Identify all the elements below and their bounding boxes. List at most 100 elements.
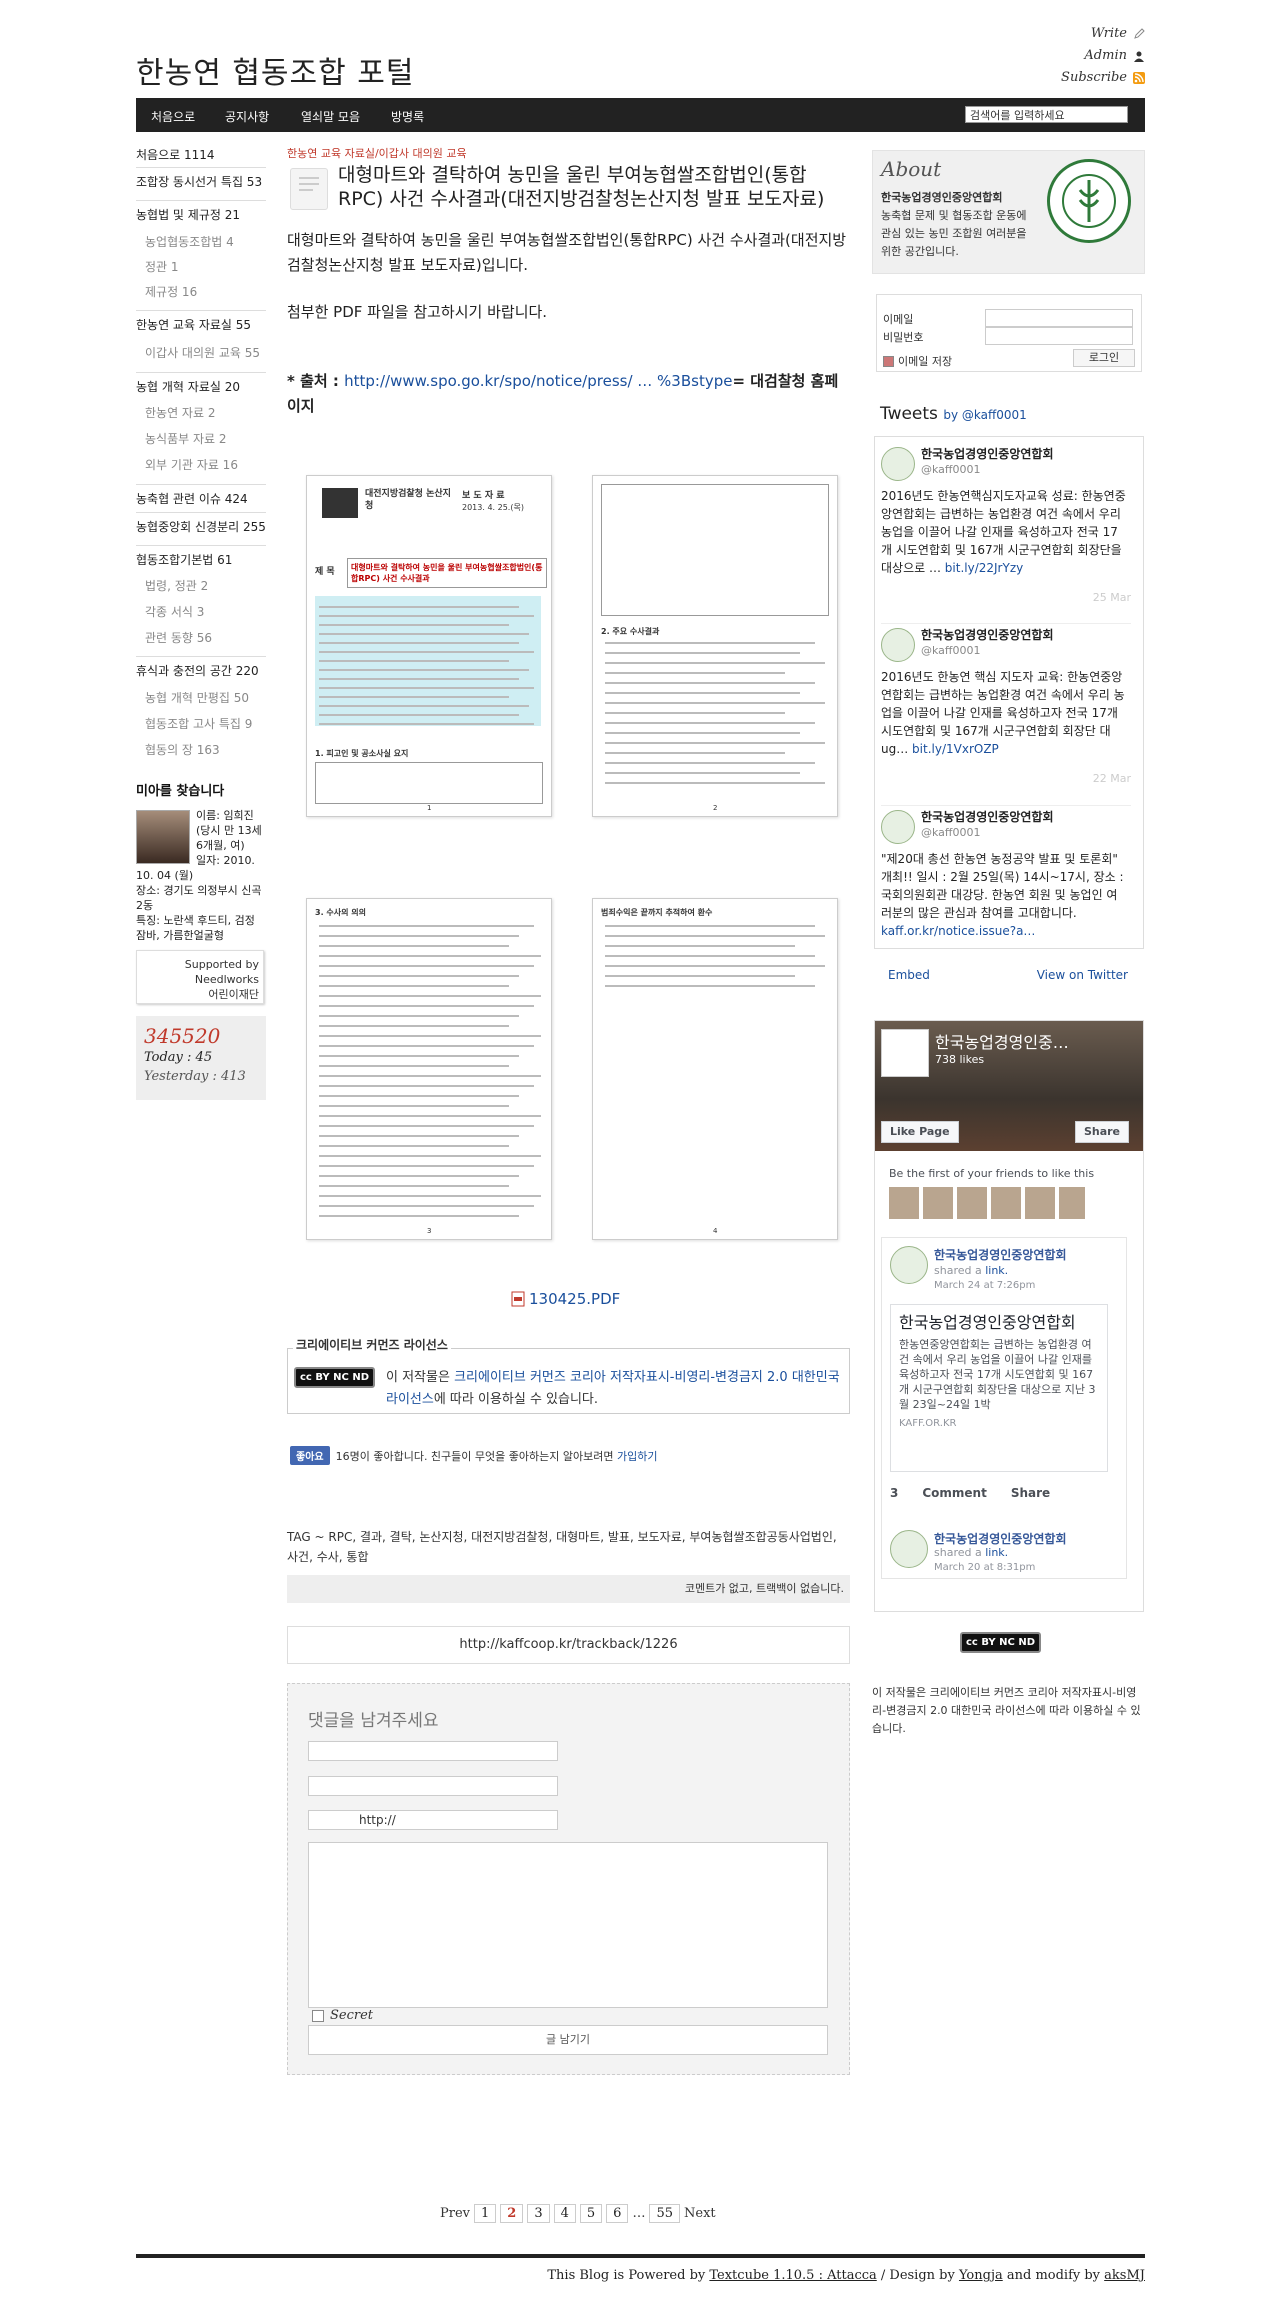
facebook-page-widget[interactable]: 한국농업경영인중… 738 likes Like Page Share Be t… bbox=[874, 1020, 1144, 1612]
facebook-reaction-count[interactable]: 3 bbox=[890, 1486, 898, 1500]
post-title[interactable]: 대형마트와 결탁하여 농민을 울린 부여농협쌀조합법인(통합RPC) 사건 수사… bbox=[338, 163, 848, 211]
facebook-card-title[interactable]: 한국농업경영인중앙연합회 bbox=[899, 1313, 1099, 1333]
secret-option[interactable]: Secret bbox=[312, 2008, 373, 2023]
write-link[interactable]: Write bbox=[1091, 26, 1145, 41]
comment-textarea[interactable] bbox=[308, 1842, 828, 2008]
sidebar-category[interactable]: 농협법 및 제규정 21 bbox=[136, 206, 240, 223]
tweet-link[interactable]: bit.ly/1VxrOZP bbox=[912, 742, 999, 756]
submit-comment-button[interactable]: 글 남기기 bbox=[308, 2025, 828, 2055]
sidebar-cc-badge[interactable]: cc BY NC ND bbox=[960, 1632, 1041, 1653]
site-title[interactable]: 한농연 협동조합 포털 bbox=[136, 48, 414, 92]
sidebar-subcategory[interactable]: 이갑사 대의원 교육 55 bbox=[145, 344, 260, 361]
sidebar-subcategory[interactable]: 농식품부 자료 2 bbox=[145, 430, 227, 447]
tweet-avatar[interactable] bbox=[881, 810, 915, 844]
tweet-link[interactable]: bit.ly/22JrYzy bbox=[945, 561, 1023, 575]
tweet-1[interactable]: 한국농업경영인중앙연합회 @kaff0001 2016년도 한농연핵심지도자교육… bbox=[881, 443, 1131, 613]
facebook-like-button[interactable]: 좋아요 bbox=[290, 1446, 330, 1465]
facebook-post-author[interactable]: 한국농업경영인중앙연합회 bbox=[934, 1246, 1066, 1263]
sidebar-category[interactable]: 처음으로 1114 bbox=[136, 146, 215, 163]
login-button[interactable]: 로그인 bbox=[1073, 349, 1135, 367]
homepage-field[interactable]: http:// bbox=[308, 1810, 558, 1830]
sidebar-category[interactable]: 휴식과 충전의 공간 220 bbox=[136, 662, 259, 679]
password-field[interactable] bbox=[308, 1776, 558, 1796]
facebook-comment-button[interactable]: Comment bbox=[922, 1486, 986, 1500]
prev-page-link[interactable]: Prev bbox=[440, 2206, 470, 2221]
subscribe-link[interactable]: Subscribe bbox=[1061, 70, 1145, 85]
pdf-attachment[interactable]: 130425.PDF bbox=[511, 1290, 620, 1308]
facebook-post-date[interactable]: March 24 at 7:26pm bbox=[934, 1280, 1035, 1291]
textcube-link[interactable]: Textcube 1.10.5 : Attacca bbox=[709, 2268, 876, 2283]
login-password-input[interactable] bbox=[985, 327, 1133, 345]
facebook-share-button[interactable]: Share bbox=[1074, 1121, 1129, 1143]
tweet-3[interactable]: 한국농업경영인중앙연합회 @kaff0001 "제20대 총선 한농연 농정공약… bbox=[881, 805, 1131, 948]
facebook-like-page-button[interactable]: Like Page bbox=[881, 1121, 959, 1143]
post-category-path[interactable]: 한농연 교육 자료실/이갑사 대의원 교육 bbox=[287, 145, 467, 161]
tweet-date[interactable]: 22 Mar bbox=[1093, 770, 1131, 788]
login-save-checkbox[interactable] bbox=[883, 355, 894, 367]
sidebar-subcategory[interactable]: 제규정 16 bbox=[145, 283, 197, 300]
designer-link[interactable]: Yongja bbox=[959, 2268, 1003, 2283]
tweet-handle[interactable]: @kaff0001 bbox=[921, 642, 981, 660]
facebook-page-name[interactable]: 한국농업경영인중… bbox=[935, 1029, 1140, 1053]
sidebar-category[interactable]: 협동조합기본법 61 bbox=[136, 551, 232, 568]
facebook-post2-date[interactable]: March 20 at 8:31pm bbox=[934, 1562, 1035, 1573]
comment-trackback-status[interactable]: 코멘트가 없고, 트랙백이 없습니다. bbox=[287, 1575, 850, 1603]
cc-license-badge[interactable]: cc BY NC ND bbox=[294, 1367, 375, 1388]
page-link-1[interactable]: 1 bbox=[474, 2204, 497, 2223]
modifier-link[interactable]: aksMJ bbox=[1104, 2268, 1145, 2283]
secret-checkbox[interactable] bbox=[312, 2009, 324, 2022]
next-page-link[interactable]: Next bbox=[684, 2206, 716, 2221]
login-save-option[interactable]: 이메일 저장 bbox=[883, 353, 952, 369]
pdf-link[interactable]: 130425.PDF bbox=[529, 1290, 620, 1308]
view-on-twitter-link[interactable]: View on Twitter bbox=[1037, 968, 1128, 982]
facebook-link-card[interactable]: 한국농업경영인중앙연합회 한농연중앙연합회는 급변하는 농업환경 여건 속에서 … bbox=[890, 1304, 1108, 1472]
page-link-3[interactable]: 3 bbox=[527, 2204, 550, 2223]
supported-by-box[interactable]: Supported by Needlworks 어린이재단 bbox=[136, 950, 264, 1004]
sidebar-subcategory[interactable]: 농협 개혁 만평집 50 bbox=[145, 689, 249, 706]
tweet-avatar[interactable] bbox=[881, 447, 915, 481]
sidebar-subcategory[interactable]: 각종 서식 3 bbox=[145, 603, 204, 620]
facebook-page-avatar[interactable] bbox=[881, 1029, 929, 1077]
facebook-post2-author[interactable]: 한국농업경영인중앙연합회 bbox=[934, 1530, 1066, 1547]
sidebar-subcategory[interactable]: 관련 동향 56 bbox=[145, 629, 212, 646]
tweet-date[interactable]: 25 Mar bbox=[1093, 589, 1131, 607]
name-field[interactable] bbox=[308, 1741, 558, 1761]
nav-keywords[interactable]: 열쇠말 모음 bbox=[301, 108, 360, 125]
admin-link[interactable]: Admin bbox=[1084, 48, 1145, 63]
nav-home[interactable]: 처음으로 bbox=[151, 108, 195, 125]
sidebar-subcategory[interactable]: 협동조합 고사 특집 9 bbox=[145, 715, 252, 732]
facebook-post-avatar[interactable] bbox=[890, 1246, 928, 1284]
twitter-embed-link[interactable]: Embed bbox=[888, 968, 930, 982]
page-link-5[interactable]: 5 bbox=[579, 2204, 603, 2223]
sidebar-subcategory[interactable]: 농업협동조합법 4 bbox=[145, 233, 234, 250]
tweet-2[interactable]: 한국농업경영인중앙연합회 @kaff0001 2016년도 한농연 핵심 지도자… bbox=[881, 623, 1131, 798]
sidebar-category[interactable]: 농협중앙회 신경분리 255 bbox=[136, 518, 266, 535]
sidebar-subcategory[interactable]: 법령, 정관 2 bbox=[145, 577, 208, 594]
page-link-6[interactable]: 6 bbox=[606, 2204, 629, 2223]
search-input[interactable]: 검색어를 입력하세요 bbox=[965, 106, 1128, 123]
facebook-post-share-button[interactable]: Share bbox=[1011, 1486, 1050, 1500]
page-link-2-current[interactable]: 2 bbox=[500, 2204, 524, 2223]
like-join-link[interactable]: 가입하기 bbox=[617, 1450, 657, 1463]
tweet-link[interactable]: kaff.or.kr/notice.issue?a… bbox=[881, 924, 1035, 938]
sidebar-category[interactable]: 농축협 관련 이슈 424 bbox=[136, 490, 248, 507]
sidebar-category[interactable]: 조합장 동시선거 특집 53 bbox=[136, 173, 262, 190]
twitter-timeline[interactable]: 한국농업경영인중앙연합회 @kaff0001 2016년도 한농연핵심지도자교육… bbox=[874, 436, 1144, 949]
tweet-avatar[interactable] bbox=[881, 628, 915, 662]
source-link[interactable]: http://www.spo.go.kr/spo/notice/press/ …… bbox=[344, 372, 732, 390]
page-link-4[interactable]: 4 bbox=[553, 2204, 576, 2223]
facebook-post2-avatar[interactable] bbox=[890, 1530, 928, 1568]
tweet-handle[interactable]: @kaff0001 bbox=[921, 461, 981, 479]
login-id-input[interactable] bbox=[985, 309, 1133, 327]
page-link-55[interactable]: 55 bbox=[649, 2204, 680, 2223]
nav-guestbook[interactable]: 방명록 bbox=[391, 108, 424, 125]
sidebar-subcategory[interactable]: 협동의 장 163 bbox=[145, 741, 220, 758]
tweets-by-link[interactable]: by @kaff0001 bbox=[943, 408, 1026, 422]
sidebar-category[interactable]: 농협 개혁 자료실 20 bbox=[136, 378, 240, 395]
tweet-handle[interactable]: @kaff0001 bbox=[921, 824, 981, 842]
nav-notice[interactable]: 공지사항 bbox=[225, 108, 269, 125]
trackback-url[interactable]: http://kaffcoop.kr/trackback/1226 bbox=[287, 1626, 850, 1664]
sidebar-category[interactable]: 한농연 교육 자료실 55 bbox=[136, 316, 251, 333]
sidebar-subcategory[interactable]: 외부 기관 자료 16 bbox=[145, 456, 238, 473]
sidebar-subcategory[interactable]: 한농연 자료 2 bbox=[145, 404, 215, 421]
